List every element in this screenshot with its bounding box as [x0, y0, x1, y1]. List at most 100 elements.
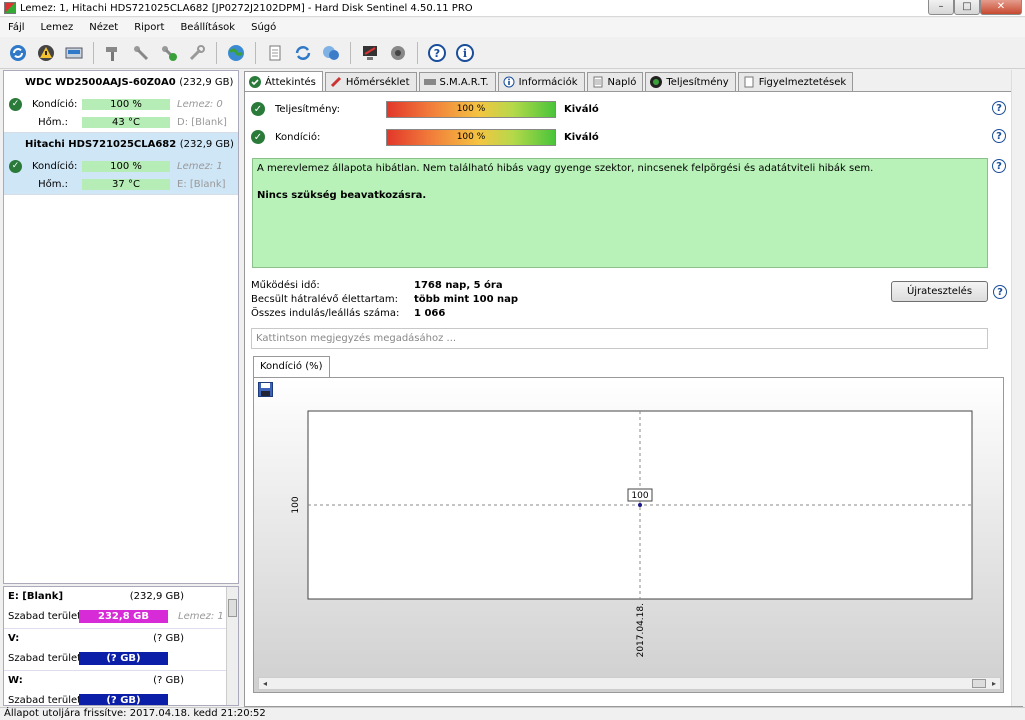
toolbar: ? i [0, 37, 1025, 69]
document-icon[interactable] [263, 41, 287, 65]
temperature-bar: 43 °C [82, 116, 170, 128]
performance-rating: Kiváló [564, 103, 599, 115]
disk-item-selected[interactable]: Hitachi HDS721025CLA682 (232,9 GB) ✓ Kon… [4, 133, 238, 195]
free-space-label: Szabad terület [8, 653, 82, 664]
stat-row: Működési idő: 1768 nap, 5 óra [251, 280, 651, 294]
tab-performance[interactable]: Teljesítmény [645, 72, 736, 91]
condition-label: Kondíció: [275, 131, 321, 143]
globe-icon[interactable] [224, 41, 248, 65]
thermometer-icon [330, 76, 342, 88]
disk-condition-row: ✓ Kondíció: 100 % Lemez: 0 [4, 97, 234, 111]
refresh-icon[interactable] [6, 41, 30, 65]
speaker-icon[interactable] [386, 41, 410, 65]
disk-temp-row: Hőm.: 37 °C E: [Blank] [4, 177, 234, 191]
tab-label: Teljesítmény [666, 76, 729, 88]
temperature-bar: 37 °C [82, 178, 170, 190]
temperature-label: Hőm.: [38, 178, 68, 190]
maximize-button[interactable]: □ [954, 0, 980, 15]
free-space-label: Szabad terület [8, 611, 82, 622]
volume-size: (? GB) [153, 675, 184, 686]
network-icon[interactable] [319, 41, 343, 65]
svg-text:?: ? [434, 47, 440, 60]
menu-bar: Fájl Lemez Nézet Riport Beállítások Súgó [0, 18, 1025, 37]
disk-drive-icon[interactable] [62, 41, 86, 65]
disk-number: Lemez: 0 [177, 98, 223, 110]
tab-smart[interactable]: S.M.A.R.T. [418, 72, 496, 91]
tools-green-icon[interactable] [157, 41, 181, 65]
menu-report[interactable]: Riport [126, 22, 172, 33]
data-point [638, 503, 642, 507]
performance-bar: 100 % [386, 100, 556, 118]
wrench-icon[interactable] [185, 41, 209, 65]
start-stop-value: 1 066 [414, 308, 446, 319]
disk-list-panel: WDC WD2500AAJS-60Z0A0 (232,9 GB) ✓ Kondí… [3, 70, 239, 584]
tab-information[interactable]: Információk [497, 72, 585, 91]
condition-row: ✓ Kondíció: 100 % Kiváló ? [251, 128, 1011, 146]
hammer-icon[interactable] [101, 41, 125, 65]
tab-log[interactable]: Napló [586, 72, 644, 91]
tools-icon[interactable] [129, 41, 153, 65]
minimize-button[interactable]: – [928, 0, 954, 15]
scroll-left-icon[interactable]: ◂ [259, 678, 271, 689]
help-icon[interactable]: ? [425, 41, 449, 65]
scroll-right-icon[interactable]: ▸ [988, 678, 1000, 689]
check-icon: ✓ [9, 159, 22, 173]
condition-bar: 100 % [82, 160, 170, 172]
menu-settings[interactable]: Beállítások [172, 22, 243, 33]
tab-label: Napló [607, 76, 637, 88]
check-icon: ✓ [251, 130, 265, 144]
volume-size: (232,9 GB) [129, 591, 184, 602]
window-title: Lemez: 1, Hitachi HDS721025CLA682 [JP027… [20, 2, 473, 14]
svg-text:i: i [463, 47, 467, 60]
help-icon[interactable]: ? [992, 159, 1006, 173]
help-icon[interactable]: ? [993, 285, 1007, 299]
menu-help[interactable]: Súgó [243, 22, 284, 33]
help-icon[interactable]: ? [992, 129, 1006, 143]
volume-name: V: [8, 633, 20, 644]
menu-file[interactable]: Fájl [0, 22, 33, 33]
gauge-icon [650, 76, 663, 88]
main-scrollbar[interactable] [1011, 70, 1023, 706]
disk-volume: E: [Blank] [177, 178, 226, 190]
disk-volume: D: [Blank] [177, 116, 227, 128]
window-controls: – □ ✕ [928, 0, 1022, 15]
retest-button[interactable]: Újratesztelés [891, 281, 988, 302]
disk-item[interactable]: WDC WD2500AAJS-60Z0A0 (232,9 GB) ✓ Kondí… [4, 71, 238, 133]
uptime-label: Működési idő: [251, 280, 320, 291]
tab-alerts[interactable]: Figyelmeztetések [737, 72, 854, 91]
info-icon[interactable]: i [453, 41, 477, 65]
menu-view[interactable]: Nézet [81, 22, 126, 33]
disk-number: Lemez: 1 [177, 160, 223, 172]
menu-disk[interactable]: Lemez [33, 22, 82, 33]
start-stop-label: Összes indulás/leállás száma: [251, 308, 400, 319]
document-icon [592, 76, 604, 88]
volume-name: E: [Blank] [8, 591, 64, 602]
check-icon: ✓ [251, 102, 265, 116]
chart-scrollbar[interactable]: ◂ ▸ [258, 677, 1001, 690]
free-space-bar: (? GB) [79, 652, 168, 665]
sync-icon[interactable] [291, 41, 315, 65]
tab-overview[interactable]: Áttekintés [244, 71, 323, 92]
tab-label: S.M.A.R.T. [439, 76, 489, 88]
scroll-thumb[interactable] [972, 679, 986, 688]
disk-drive-icon [423, 76, 436, 88]
volume-item[interactable]: E: [Blank] (232,9 GB) Szabad terület 232… [4, 587, 238, 629]
monitor-icon[interactable] [358, 41, 382, 65]
status-message-box: A merevlemez állapota hibátlan. Nem talá… [252, 158, 988, 268]
stat-row: Összes indulás/leállás száma: 1 066 [251, 308, 651, 322]
tab-condition-chart[interactable]: Kondíció (%) [253, 356, 330, 377]
volume-item[interactable]: W: (? GB) Szabad terület (? GB) [4, 671, 238, 705]
tab-label: Hőmérséklet [345, 76, 410, 88]
scroll-thumb[interactable] [228, 599, 237, 617]
disk-condition-row: ✓ Kondíció: 100 % Lemez: 1 [4, 159, 234, 173]
close-button[interactable]: ✕ [980, 0, 1022, 15]
title-bar: Lemez: 1, Hitachi HDS721025CLA682 [JP027… [0, 0, 1025, 17]
tab-temperature[interactable]: Hőmérséklet [324, 72, 417, 91]
alert-icon[interactable] [34, 41, 58, 65]
toolbar-separator [93, 41, 94, 64]
volume-item[interactable]: V: (? GB) Szabad terület (? GB) [4, 629, 238, 671]
volume-scrollbar[interactable] [226, 587, 238, 705]
note-input[interactable]: Kattintson megjegyzés megadásához ... [251, 328, 988, 349]
status-message: A merevlemez állapota hibátlan. Nem talá… [257, 163, 874, 174]
help-icon[interactable]: ? [992, 101, 1006, 115]
